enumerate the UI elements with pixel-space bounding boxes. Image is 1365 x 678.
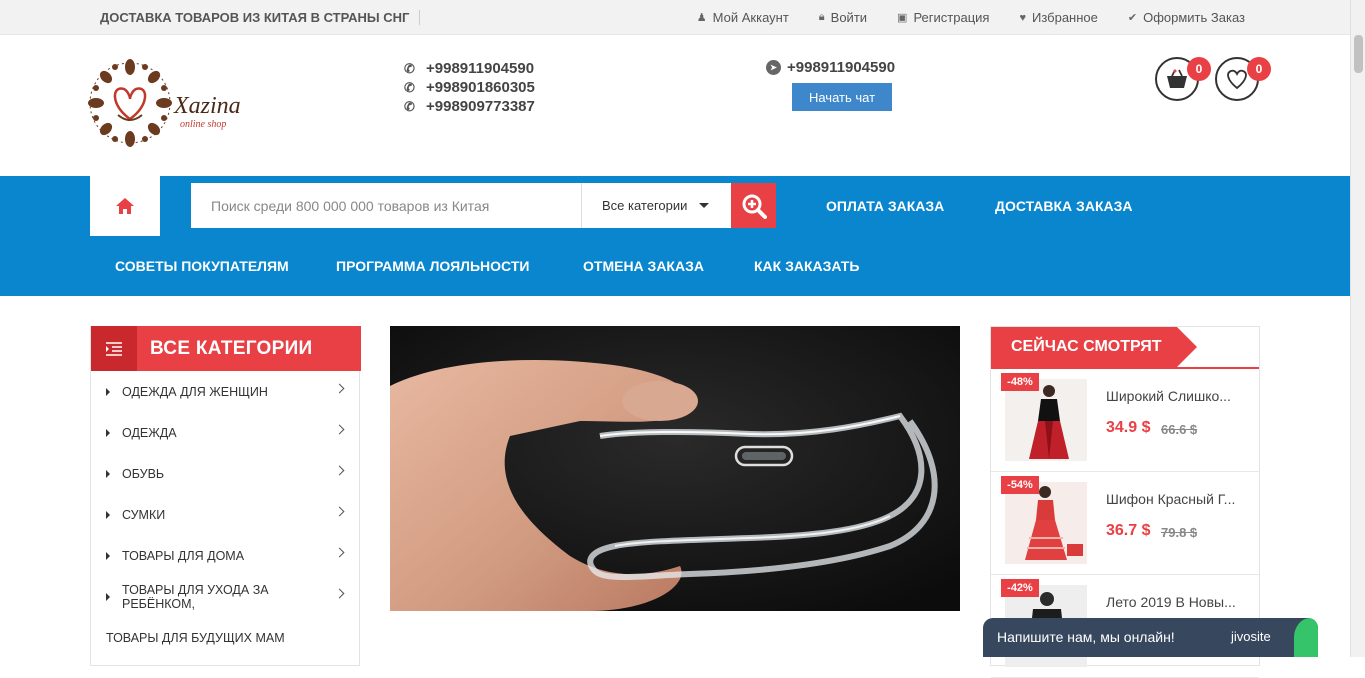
wishlist-count-badge: 0	[1247, 57, 1271, 81]
menu-list-icon	[91, 326, 137, 371]
bullet-icon	[106, 428, 110, 437]
phone-icon: ✆	[404, 79, 415, 95]
scrollbar-thumb[interactable]	[1354, 35, 1363, 73]
phone-list: ✆ +998911904590 ✆ +998901860305 ✆ +99890977…	[404, 59, 535, 116]
chevron-right-icon	[334, 424, 345, 435]
shopping-basket-icon	[1167, 69, 1187, 88]
product-name[interactable]: Шифон Красный Г...	[1106, 491, 1235, 507]
now-watching-title: СЕЙЧАС СМОТРЯТ	[991, 327, 1197, 367]
chevron-right-icon	[334, 383, 345, 394]
main-navbar: Все категории ОПЛАТА ЗАКАЗА ДОСТАВКА ЗАК…	[0, 176, 1350, 296]
banner-image	[390, 326, 960, 611]
phone-row[interactable]: ✆ +998901860305	[404, 78, 535, 97]
category-sidebar: ВСЕ КАТЕГОРИИ ОДЕЖДА ДЛЯ ЖЕНЩИН ОДЕЖДА О…	[90, 326, 361, 666]
jivosite-logo: jivosite	[1231, 629, 1271, 644]
cart-count-badge: 0	[1187, 57, 1211, 81]
product-old-price: 66.6 $	[1161, 422, 1198, 437]
chevron-right-icon	[334, 547, 345, 558]
discount-badge: -54%	[1001, 476, 1039, 494]
chevron-right-icon	[334, 465, 345, 476]
home-icon	[116, 198, 134, 214]
category-item[interactable]: ОДЕЖДА ДЛЯ ЖЕНЩИН	[91, 371, 359, 412]
start-chat-button[interactable]: Начать чат	[792, 83, 892, 111]
check-icon: ✔	[1127, 12, 1138, 24]
nav-tips[interactable]: СОВЕТЫ ПОКУПАТЕЛЯМ	[115, 258, 289, 274]
bullet-icon	[106, 551, 110, 560]
site-logo[interactable]: Xazina online shop	[88, 57, 248, 149]
live-chat-prompt: Напишите нам, мы онлайн!	[997, 629, 1175, 645]
product-card[interactable]: -54% Шифон Красный Г... 36.7 $ 79.8 $	[991, 472, 1259, 575]
svg-text:Xazina: Xazina	[173, 93, 241, 119]
product-thumbnail[interactable]	[1005, 379, 1087, 461]
page-scrollbar[interactable]	[1350, 0, 1365, 657]
discount-badge: -48%	[1001, 373, 1039, 391]
product-card[interactable]: -48% Широкий Слишко... 34.9 $ 66.6 $	[991, 369, 1259, 472]
category-item[interactable]: ОБУВЬ	[91, 453, 359, 494]
account-links: ♟ Мой Аккаунт 🔒︎ Войти ▣ Регистрация ♥ Избра…	[682, 10, 1260, 25]
product-thumbnail[interactable]	[1005, 482, 1087, 564]
bullet-icon	[106, 469, 110, 478]
heart-icon	[1227, 69, 1247, 90]
favorites-link[interactable]: ♥ Избранное	[1004, 10, 1112, 25]
bullet-icon	[106, 510, 110, 519]
phone-row[interactable]: ✆ +998911904590	[404, 59, 535, 78]
hero-banner[interactable]	[390, 326, 960, 611]
bullet-icon	[106, 592, 110, 601]
shipping-promo: ДОСТАВКА ТОВАРОВ ИЗ КИТАЯ В СТРАНЫ СНГ	[100, 10, 421, 25]
online-status-icon	[1294, 618, 1318, 657]
chevron-right-icon	[334, 506, 345, 517]
telegram-icon: ➤	[766, 60, 781, 75]
discount-badge: -42%	[1001, 579, 1039, 597]
category-item[interactable]: ОДЕЖДА	[91, 412, 359, 453]
nav-how-to-order[interactable]: КАК ЗАКАЗАТЬ	[754, 258, 859, 274]
category-sidebar-header[interactable]: ВСЕ КАТЕГОРИИ	[91, 326, 361, 371]
nav-payment[interactable]: ОПЛАТА ЗАКАЗА	[826, 198, 944, 214]
my-account-link[interactable]: ♟ Мой Аккаунт	[682, 10, 804, 25]
phone-icon: ✆	[404, 98, 415, 114]
checkout-link[interactable]: ✔ Оформить Заказ	[1113, 10, 1260, 25]
phone-row[interactable]: ✆ +998909773387	[404, 97, 535, 116]
now-watching-header: СЕЙЧАС СМОТРЯТ	[991, 327, 1259, 369]
site-header: Xazina online shop ✆ +998911904590 ✆ +9989…	[0, 35, 1350, 176]
login-link[interactable]: 🔒︎ Войти	[804, 10, 882, 25]
top-bar: ДОСТАВКА ТОВАРОВ ИЗ КИТАЯ В СТРАНЫ СНГ ♟…	[0, 0, 1350, 35]
phone-icon: ✆	[404, 60, 415, 76]
search-input[interactable]	[191, 183, 581, 228]
product-old-price: 79.8 $	[1161, 525, 1198, 540]
live-chat-widget[interactable]: Напишите нам, мы онлайн! jivosite	[983, 618, 1318, 657]
category-item-continuation[interactable]: ТОВАРЫ ДЛЯ БУДУЩИХ МАМ	[91, 617, 359, 658]
nav-cancel-order[interactable]: ОТМЕНА ЗАКАЗА	[583, 258, 704, 274]
category-list: ОДЕЖДА ДЛЯ ЖЕНЩИН ОДЕЖДА ОБУВЬ СУМКИ ТОВ…	[91, 371, 359, 658]
home-button[interactable]	[90, 176, 160, 236]
category-select[interactable]: Все категории	[581, 183, 731, 228]
search-plus-icon	[742, 194, 767, 219]
svg-text:online shop: online shop	[180, 119, 226, 130]
product-price: 34.9 $	[1106, 419, 1151, 436]
category-item[interactable]: ТОВАРЫ ДЛЯ ДОМА	[91, 535, 359, 576]
category-item[interactable]: ТОВАРЫ ДЛЯ УХОДА ЗА РЕБЁНКОМ,	[91, 576, 359, 617]
nav-delivery[interactable]: ДОСТАВКА ЗАКАЗА	[995, 198, 1132, 214]
cart-button[interactable]: 0	[1155, 57, 1211, 101]
category-item[interactable]: СУМКИ	[91, 494, 359, 535]
wishlist-button[interactable]: 0	[1215, 57, 1271, 101]
product-name[interactable]: Широкий Слишко...	[1106, 388, 1231, 404]
bullet-icon	[106, 387, 110, 396]
user-icon: ♟	[696, 12, 707, 24]
caret-down-icon	[699, 203, 710, 208]
nav-loyalty[interactable]: ПРОГРАММА ЛОЯЛЬНОСТИ	[336, 258, 529, 274]
lock-icon: 🔒︎	[818, 11, 825, 23]
heart-icon: ♥	[1019, 11, 1026, 24]
register-link[interactable]: ▣ Регистрация	[882, 10, 1004, 25]
search-button[interactable]	[731, 183, 776, 228]
now-watching-panel: СЕЙЧАС СМОТРЯТ -48% Широкий Слишко... 34…	[990, 326, 1260, 678]
id-card-icon: ▣	[897, 12, 908, 24]
telegram-contact[interactable]: ➤ +998911904590	[766, 59, 895, 76]
product-name[interactable]: Лето 2019 В Новы...	[1106, 594, 1236, 610]
product-price: 36.7 $	[1106, 522, 1151, 539]
search-bar: Все категории	[191, 183, 776, 228]
